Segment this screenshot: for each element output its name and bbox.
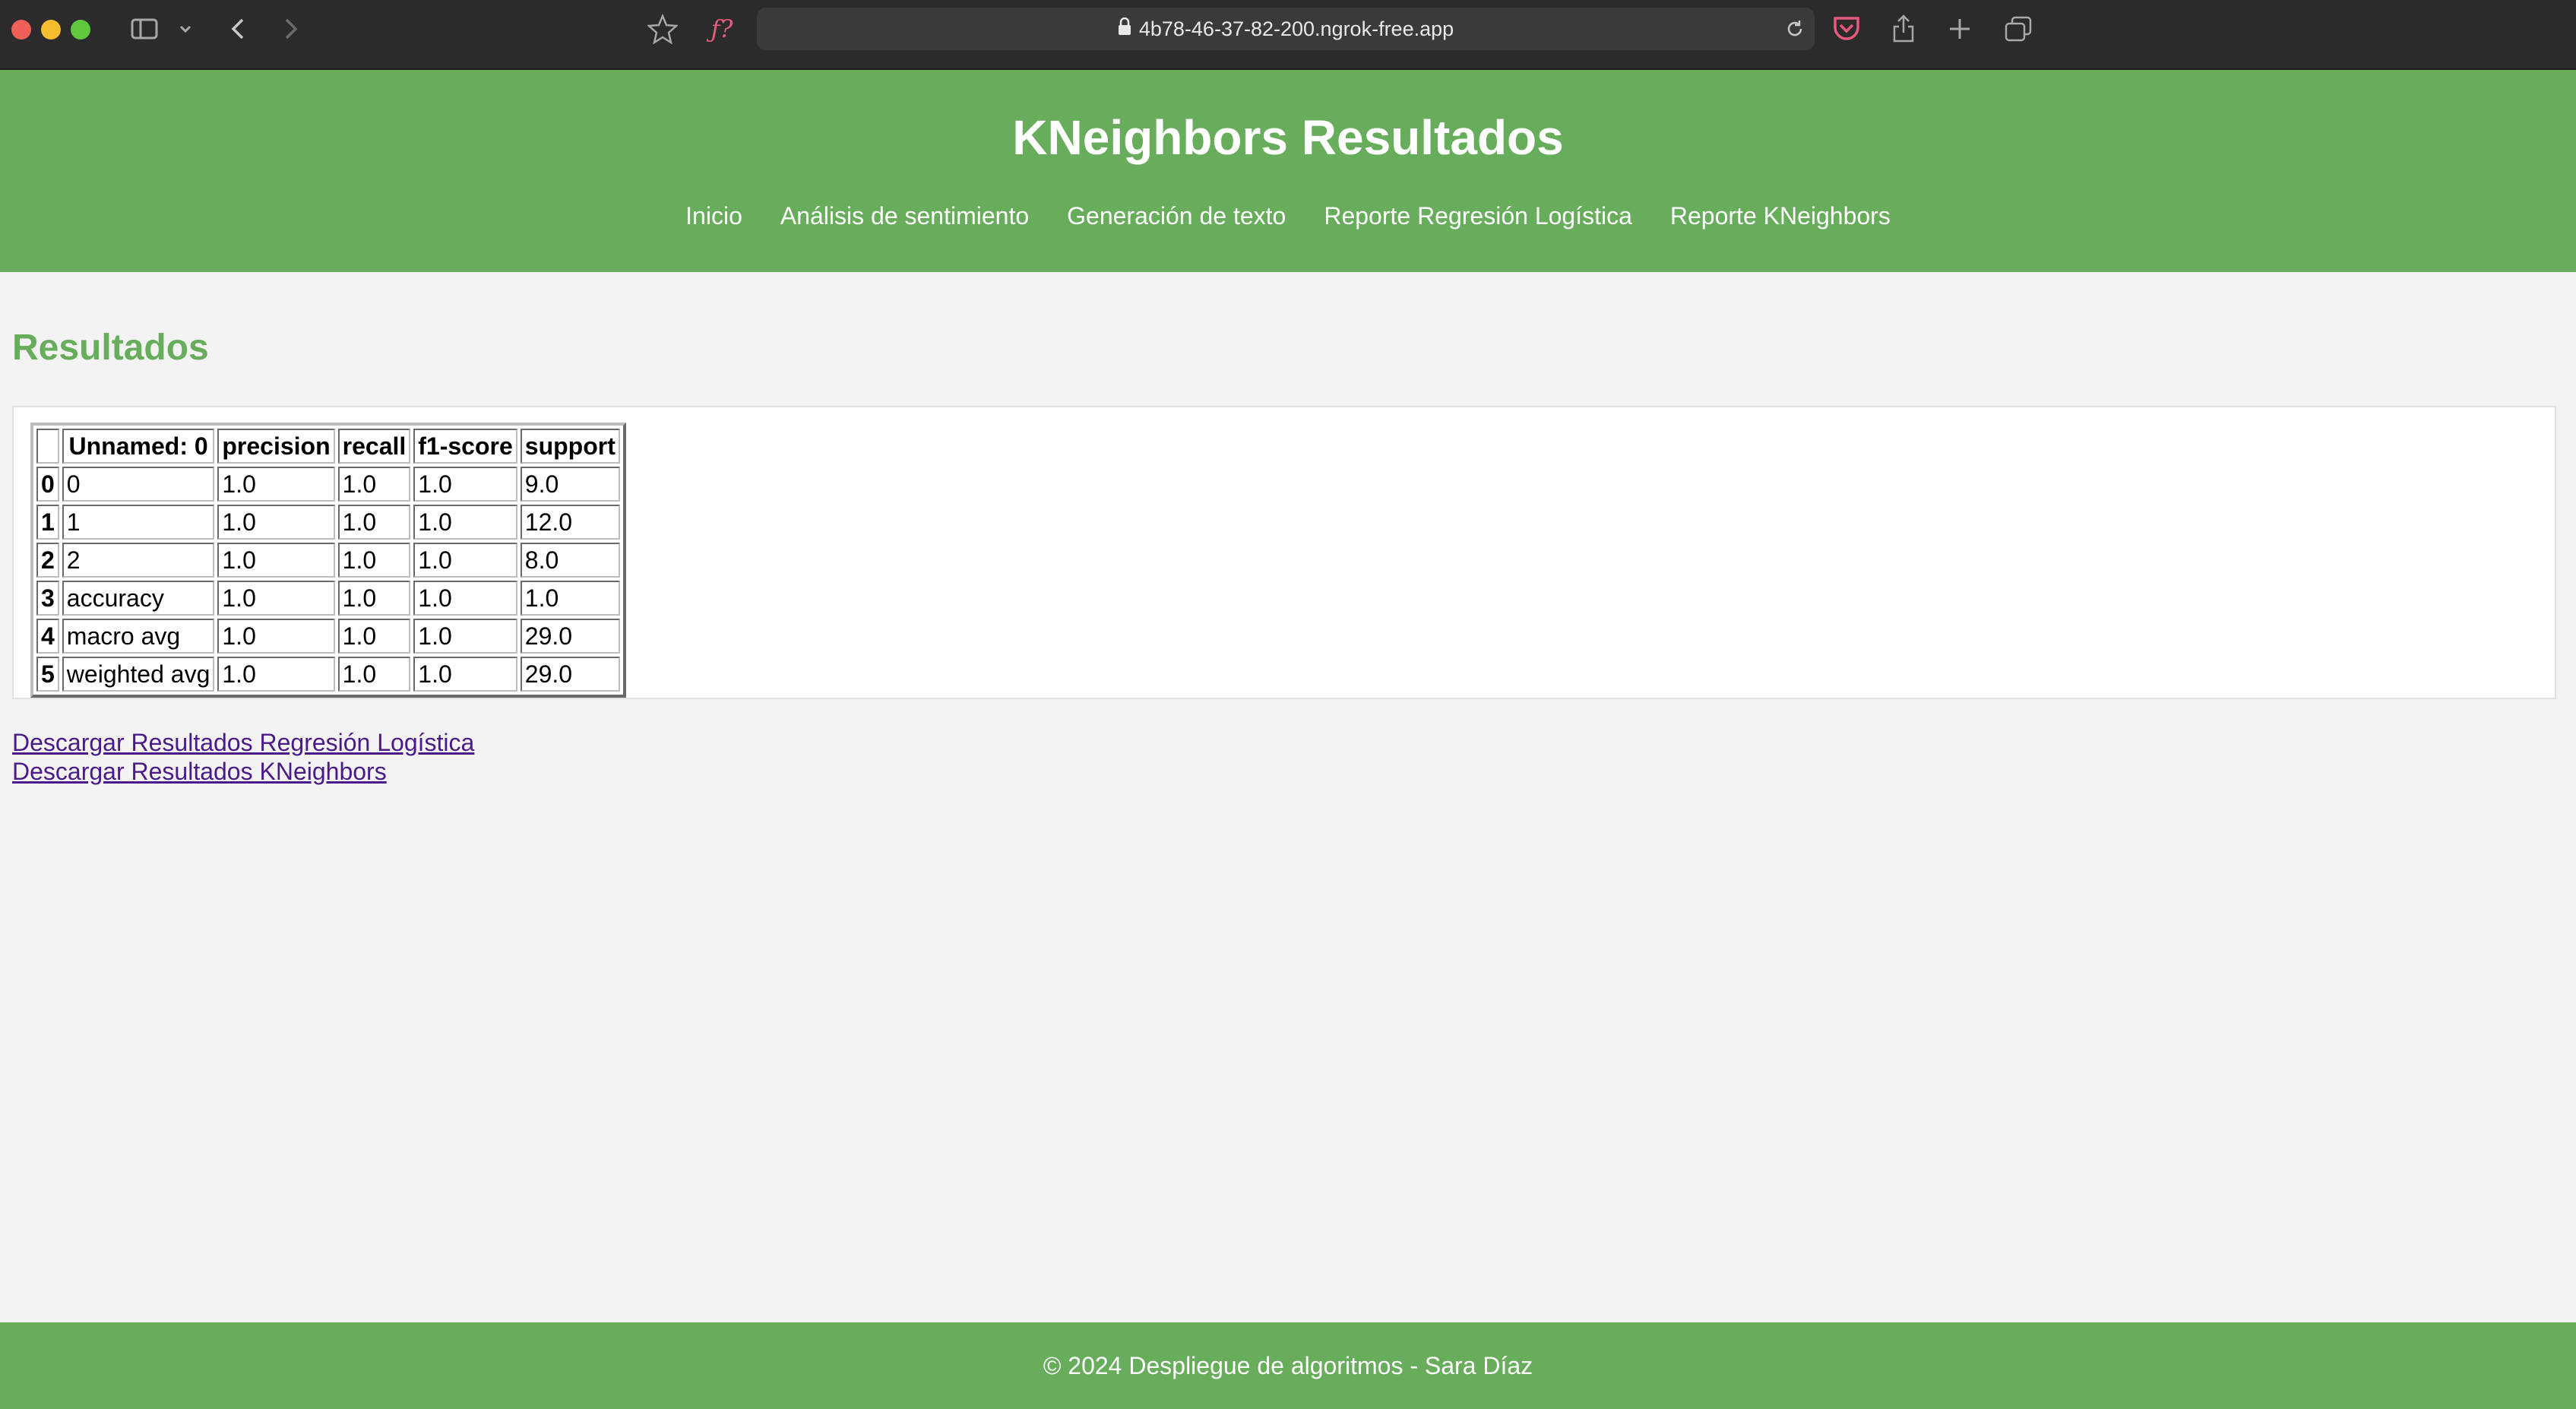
download-kneighbors-link[interactable]: Descargar Resultados KNeighbors [12, 757, 474, 786]
download-regresion-logistica-link[interactable]: Descargar Resultados Regresión Logística [12, 728, 474, 757]
results-panel: Unnamed: 0 precision recall f1-score sup… [12, 406, 2556, 699]
minimize-window-button[interactable] [41, 20, 61, 40]
zoom-window-button[interactable] [71, 20, 90, 40]
back-icon[interactable] [226, 11, 249, 47]
column-header-f1-score: f1-score [413, 429, 517, 464]
table-cell: 1.0 [413, 657, 517, 692]
nav-link-inicio[interactable]: Inicio [685, 202, 742, 230]
table-cell: 1.0 [217, 619, 335, 654]
nav-link-reporte-kneighbors[interactable]: Reporte KNeighbors [1670, 202, 1891, 230]
table-cell: 2 [62, 543, 215, 578]
table-cell: 1.0 [217, 543, 335, 578]
table-cell: 1.0 [413, 467, 517, 502]
page-title: KNeighbors Resultados [1012, 110, 1564, 165]
table-cell: 1.0 [413, 619, 517, 654]
reload-icon[interactable] [1784, 18, 1805, 45]
results-table: Unnamed: 0 precision recall f1-score sup… [30, 423, 626, 698]
table-header-row: Unnamed: 0 precision recall f1-score sup… [36, 429, 620, 464]
table-row: 1 1 1.0 1.0 1.0 12.0 [36, 505, 620, 540]
lock-icon [1118, 17, 1131, 41]
formula-extension-icon[interactable]: ƒ? [707, 11, 737, 47]
browser-toolbar: ƒ? 4b78-46-37-82-200.ngrok-free.app [0, 0, 2576, 70]
table-cell: 1.0 [337, 581, 411, 616]
table-cell: weighted avg [62, 657, 215, 692]
bookmark-star-icon[interactable] [647, 11, 678, 47]
table-cell: 1.0 [337, 619, 411, 654]
row-index-cell: 2 [36, 543, 59, 578]
chevron-down-icon[interactable] [178, 11, 193, 47]
column-header-recall: recall [337, 429, 411, 464]
table-cell: 1.0 [413, 505, 517, 540]
site-footer: © 2024 Despliegue de algoritmos - Sara D… [0, 1322, 2576, 1409]
section-title: Resultados [12, 328, 209, 368]
table-cell: 1.0 [337, 657, 411, 692]
main-nav: Inicio Análisis de sentimiento Generació… [0, 202, 2576, 230]
row-index-cell: 3 [36, 581, 59, 616]
table-cell: 9.0 [520, 467, 620, 502]
table-cell: 1.0 [520, 581, 620, 616]
row-index-cell: 1 [36, 505, 59, 540]
row-index-cell: 4 [36, 619, 59, 654]
close-window-button[interactable] [11, 20, 31, 40]
table-cell: 1.0 [337, 505, 411, 540]
table-cell: accuracy [62, 581, 215, 616]
table-cell: 29.0 [520, 657, 620, 692]
share-icon[interactable] [1891, 11, 1916, 47]
tab-overview-icon[interactable] [2003, 11, 2033, 47]
table-cell: 1.0 [413, 581, 517, 616]
site-header: KNeighbors Resultados Inicio Análisis de… [0, 70, 2576, 272]
url-text: 4b78-46-37-82-200.ngrok-free.app [1138, 17, 1454, 40]
table-row: 4 macro avg 1.0 1.0 1.0 29.0 [36, 619, 620, 654]
table-cell: 8.0 [520, 543, 620, 578]
table-cell: 1 [62, 505, 215, 540]
download-links: Descargar Resultados Regresión Logística… [12, 728, 474, 786]
table-cell: 1.0 [217, 657, 335, 692]
table-cell: 1.0 [217, 581, 335, 616]
table-cell: macro avg [62, 619, 215, 654]
table-cell: 29.0 [520, 619, 620, 654]
nav-link-analisis-sentimiento[interactable]: Análisis de sentimiento [780, 202, 1029, 230]
table-row: 0 0 1.0 1.0 1.0 9.0 [36, 467, 620, 502]
table-cell: 0 [62, 467, 215, 502]
table-cell: 1.0 [413, 543, 517, 578]
nav-link-generacion-texto[interactable]: Generación de texto [1067, 202, 1286, 230]
column-header-support: support [520, 429, 620, 464]
column-header-unnamed: Unnamed: 0 [62, 429, 215, 464]
pocket-icon[interactable] [1831, 11, 1862, 47]
row-index-cell: 0 [36, 467, 59, 502]
table-cell: 1.0 [217, 505, 335, 540]
column-header-precision: precision [217, 429, 335, 464]
table-cell: 1.0 [337, 467, 411, 502]
table-cell: 1.0 [337, 543, 411, 578]
table-cell: 1.0 [217, 467, 335, 502]
forward-icon[interactable] [280, 11, 302, 47]
table-row: 3 accuracy 1.0 1.0 1.0 1.0 [36, 581, 620, 616]
new-tab-icon[interactable] [1947, 11, 1973, 47]
column-header-index [36, 429, 59, 464]
nav-link-reporte-regresion[interactable]: Reporte Regresión Logística [1324, 202, 1632, 230]
table-cell: 12.0 [520, 505, 620, 540]
sidebar-icon[interactable] [129, 11, 160, 47]
footer-text: © 2024 Despliegue de algoritmos - Sara D… [1043, 1351, 1533, 1379]
address-bar[interactable]: 4b78-46-37-82-200.ngrok-free.app [757, 8, 1815, 50]
table-row: 5 weighted avg 1.0 1.0 1.0 29.0 [36, 657, 620, 692]
table-row: 2 2 1.0 1.0 1.0 8.0 [36, 543, 620, 578]
row-index-cell: 5 [36, 657, 59, 692]
